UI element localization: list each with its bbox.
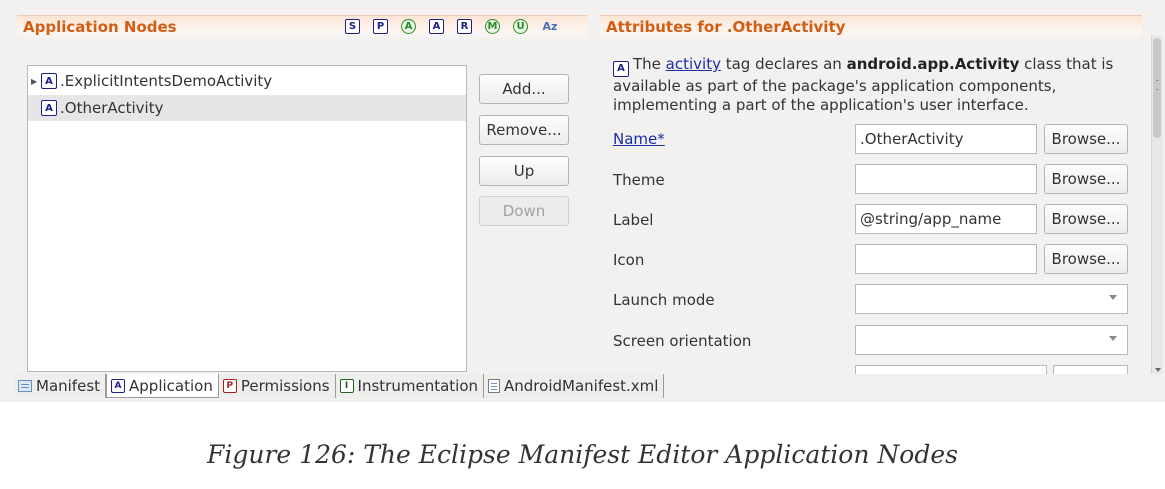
sort-alphabetical-icon[interactable]: Az — [541, 19, 559, 34]
launch-mode-label: Launch mode — [613, 291, 715, 309]
expand-arrow-icon[interactable]: ▶ — [31, 77, 41, 86]
figure-caption: Figure 126: The Eclipse Manifest Editor … — [207, 440, 958, 469]
permissions-icon: P — [222, 379, 237, 393]
dropdown-arrow-icon — [1109, 295, 1117, 300]
tree-item[interactable]: ▶ A .ExplicitIntentsDemoActivity — [28, 68, 466, 94]
activity-icon: A — [41, 100, 57, 116]
application-nodes-header: Application Nodes S P A A R M U Az — [17, 15, 587, 38]
label-browse-button[interactable]: Browse... — [1044, 204, 1128, 234]
activity-icon: A — [613, 60, 629, 77]
filter-service-icon[interactable]: S — [345, 19, 360, 34]
remove-button[interactable]: Remove... — [479, 115, 569, 145]
editor-tab-bar: Manifest A Application P Permissions I I… — [14, 374, 665, 400]
down-button[interactable]: Down — [479, 196, 569, 226]
tab-application[interactable]: A Application — [106, 374, 219, 398]
screen-orientation-label: Screen orientation — [613, 332, 752, 350]
scroll-down-icon[interactable] — [1155, 368, 1161, 372]
activity-icon: A — [41, 73, 57, 89]
icon-browse-button[interactable]: Browse... — [1044, 244, 1128, 274]
filter-uses-library-icon[interactable]: U — [513, 19, 528, 34]
tree-item-label: .OtherActivity — [60, 99, 164, 117]
add-button[interactable]: Add... — [479, 74, 569, 104]
tree-item-label: .ExplicitIntentsDemoActivity — [60, 72, 273, 90]
instrumentation-icon: I — [339, 379, 354, 393]
attributes-header: Attributes for .OtherActivity — [600, 15, 1142, 38]
section-title: Application Nodes — [23, 18, 177, 36]
filter-receiver-icon[interactable]: R — [457, 19, 472, 34]
manifest-editor: Application Nodes S P A A R M U Az ▶ A .… — [0, 0, 1165, 402]
vertical-scrollbar[interactable] — [1151, 36, 1163, 374]
theme-field[interactable] — [855, 164, 1037, 194]
section-title: Attributes for .OtherActivity — [606, 18, 846, 36]
element-description: A The activity tag declares an android.ap… — [613, 55, 1114, 114]
manifest-icon — [18, 380, 32, 392]
up-button[interactable]: Up — [479, 156, 569, 186]
application-icon: A — [111, 378, 126, 393]
xml-file-icon — [488, 379, 501, 393]
tab-android-manifest-xml[interactable]: AndroidManifest.xml — [484, 374, 665, 398]
name-label-link[interactable]: Name* — [613, 130, 665, 148]
launch-mode-combo[interactable] — [855, 284, 1128, 314]
scrollbar-thumb[interactable] — [1153, 38, 1161, 138]
theme-label: Theme — [613, 171, 665, 189]
icon-label: Icon — [613, 251, 645, 269]
filter-activity-icon[interactable]: A — [429, 19, 444, 34]
application-nodes-tree[interactable]: ▶ A .ExplicitIntentsDemoActivity A .Othe… — [27, 65, 467, 372]
icon-field[interactable] — [855, 244, 1037, 274]
name-browse-button[interactable]: Browse... — [1044, 124, 1128, 154]
label-label: Label — [613, 211, 654, 229]
next-field-partial[interactable] — [855, 365, 1047, 374]
tab-instrumentation[interactable]: I Instrumentation — [335, 374, 485, 398]
filter-toolbar: S P A A R M U Az — [345, 19, 559, 34]
tab-permissions[interactable]: P Permissions — [218, 374, 336, 398]
filter-provider-icon[interactable]: P — [373, 19, 388, 34]
filter-metadata-icon[interactable]: M — [485, 19, 500, 34]
dropdown-arrow-icon — [1109, 336, 1117, 341]
theme-browse-button[interactable]: Browse... — [1044, 164, 1128, 194]
tab-manifest[interactable]: Manifest — [14, 374, 107, 398]
filter-activity-alias-icon[interactable]: A — [401, 19, 416, 34]
screen-orientation-combo[interactable] — [855, 325, 1128, 355]
activity-doc-link[interactable]: activity — [666, 55, 721, 73]
tree-item-selected[interactable]: A .OtherActivity — [28, 95, 466, 121]
name-field[interactable]: .OtherActivity — [855, 124, 1037, 154]
next-button-partial[interactable] — [1053, 365, 1128, 374]
label-field[interactable]: @string/app_name — [855, 204, 1037, 234]
